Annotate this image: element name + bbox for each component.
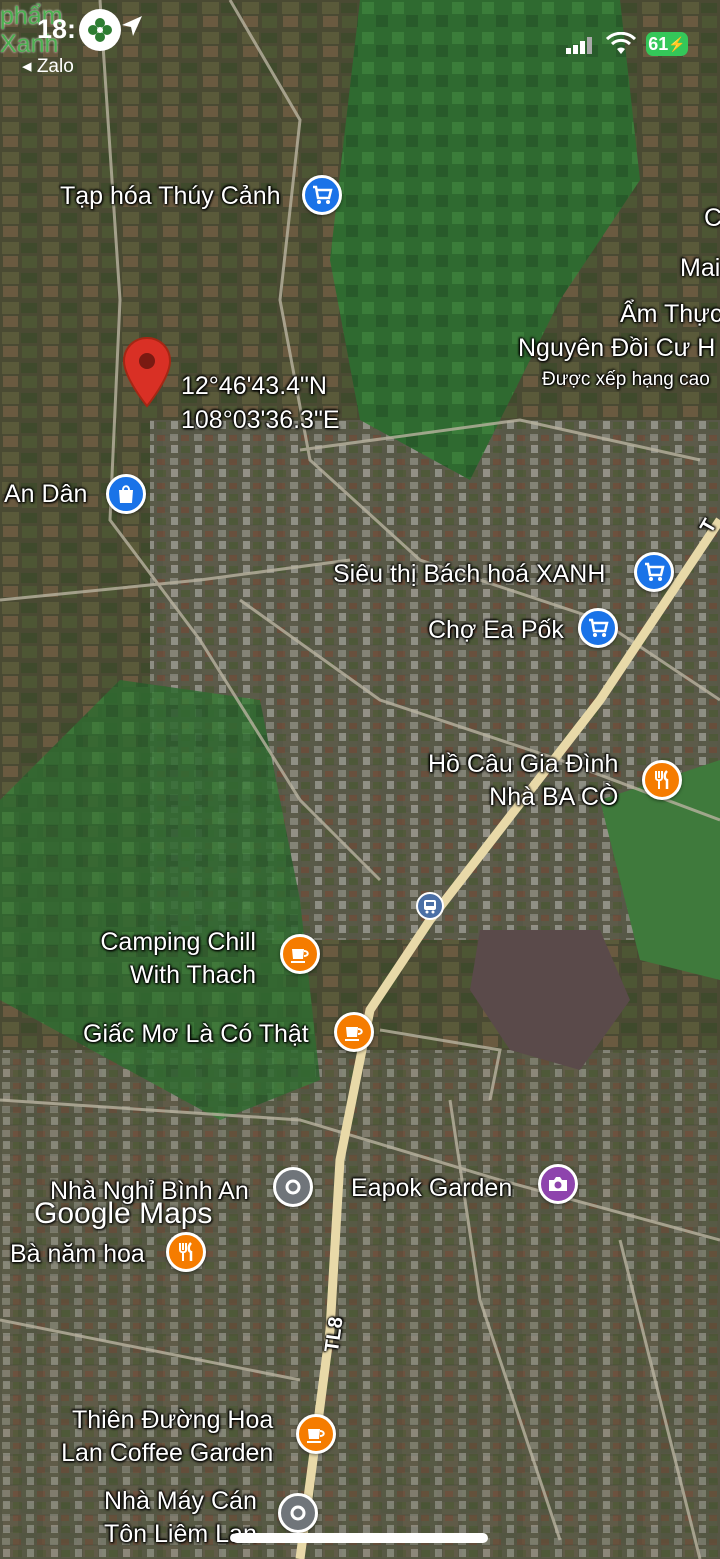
place-name-line1: Hồ Câu Gia Đình	[428, 750, 619, 778]
shopping-cart-icon[interactable]	[578, 608, 618, 648]
app-logo-icon	[79, 9, 121, 51]
place-name-line1: Thiên Đường Hoa	[72, 1406, 274, 1434]
pin-latitude: 12°46'43.4"N	[181, 372, 327, 400]
place-name-line1: Camping Chill	[100, 928, 256, 956]
edge-label-nguyen-doi[interactable]: Nguyên Đồi Cư H	[518, 332, 715, 365]
shopping-cart-icon[interactable]	[302, 175, 342, 215]
place-label-cho-ea-pok[interactable]: Chợ Ea Pốk	[428, 614, 564, 647]
edge-label-am-thuc[interactable]: Ẩm Thực	[620, 298, 720, 331]
place-label-camping-chill[interactable]: Camping Chill With Thach	[96, 926, 256, 992]
place-label-giac-mo-la-co-that[interactable]: Giấc Mơ Là Có Thật	[83, 1018, 309, 1051]
bus-stop-icon[interactable]	[416, 892, 444, 920]
back-to-app-link[interactable]: ◂ Zalo	[22, 55, 74, 78]
place-label-sieu-thi-bach-hoa-xanh[interactable]: Siêu thị Bách hoá XANH	[333, 558, 605, 591]
place-label-eapok-garden[interactable]: Eapok Garden	[351, 1172, 512, 1205]
shopping-bag-icon[interactable]	[106, 474, 146, 514]
battery-level: 61	[648, 33, 669, 54]
road-label-tl8: TL8	[320, 1315, 348, 1354]
signal-icon	[566, 36, 594, 59]
edge-label-mai[interactable]: Mai	[680, 252, 720, 285]
cafe-icon[interactable]	[296, 1414, 336, 1454]
google-maps-watermark: Google Maps	[34, 1197, 213, 1230]
camera-icon[interactable]	[538, 1164, 578, 1204]
home-indicator[interactable]	[232, 1533, 488, 1543]
pin-longitude: 108°03'36.3"E	[181, 406, 340, 434]
battery-indicator: 61 ⚡	[646, 32, 688, 56]
shopping-cart-icon[interactable]	[634, 552, 674, 592]
place-label-ba-nam-hoa[interactable]: Bà năm hoa	[10, 1238, 145, 1271]
restaurant-icon[interactable]	[166, 1232, 206, 1272]
location-arrow-icon	[120, 14, 144, 43]
place-name-line1: Nhà Máy Cán	[104, 1487, 257, 1515]
place-label-an-dan[interactable]: An Dân	[4, 478, 87, 511]
place-pin-icon[interactable]	[278, 1493, 318, 1533]
cafe-icon[interactable]	[280, 934, 320, 974]
place-pin-icon[interactable]	[273, 1167, 313, 1207]
status-time: 18:	[37, 14, 77, 44]
place-name-line2: Lan Coffee Garden	[61, 1439, 274, 1467]
edge-label-c[interactable]: C	[704, 202, 720, 235]
edge-label-rating: Được xếp hạng cao	[542, 369, 710, 390]
place-label-thien-duong-hoa-lan[interactable]: Thiên Đường Hoa Lan Coffee Garden	[52, 1404, 273, 1470]
place-name-line2: Nhà BA CÒ	[489, 783, 619, 811]
place-label-tap-hoa-thuy-canh[interactable]: Tạp hóa Thúy Cảnh	[60, 180, 281, 213]
place-name-line2: With Thach	[130, 961, 256, 989]
wifi-icon	[605, 31, 637, 61]
cafe-icon[interactable]	[334, 1012, 374, 1052]
place-label-ho-cau-gia-dinh[interactable]: Hồ Câu Gia Đình Nhà BA CÒ	[428, 748, 618, 814]
status-bar: phẩm Xanh 18: ◂ Zalo 61 ⚡	[0, 0, 720, 90]
dropped-pin-icon[interactable]	[122, 336, 172, 413]
restaurant-icon[interactable]	[642, 760, 682, 800]
